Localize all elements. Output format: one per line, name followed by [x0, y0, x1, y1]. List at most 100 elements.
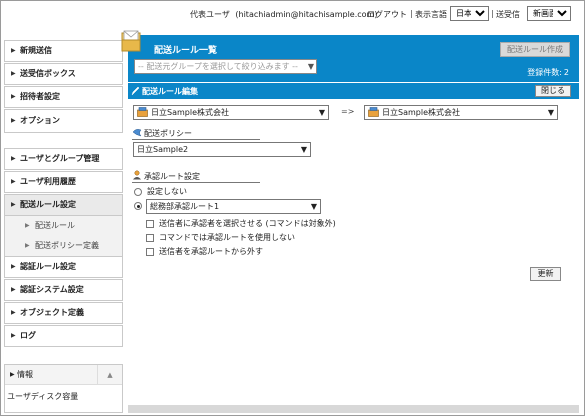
source-company-value: 日立Sample株式会社: [151, 108, 229, 117]
checkbox[interactable]: [146, 233, 154, 242]
record-count: 登録件数: 2: [525, 67, 569, 78]
update-button[interactable]: 更新: [530, 267, 561, 281]
user-info: 代表ユーザ (hitachiadmin@hitachisample.com): [190, 9, 377, 20]
checkbox-no-route-for-command[interactable]: コマンドでは承認ルートを使用しない: [146, 232, 295, 243]
radio-button[interactable]: [134, 187, 142, 196]
sidebar-item-label: 配送ルール設定: [20, 200, 76, 209]
radio-label: 設定しない: [147, 187, 187, 196]
sidebar-item-label: 新規送信: [20, 46, 52, 55]
sidebar-item-user-group[interactable]: ▶ ユーザとグループ管理: [4, 148, 123, 170]
checkbox-label: 送信者を承認ルートから外す: [159, 247, 263, 256]
sidebar-item-label: ユーザ利用履歴: [20, 177, 76, 186]
separator: |: [491, 9, 494, 18]
policy-value: 日立Sample2: [137, 145, 189, 154]
chevron-right-icon: ▶: [11, 155, 16, 162]
pencil-icon: [131, 86, 140, 96]
approval-label: 承認ルート設定: [144, 172, 200, 181]
sidebar-item-label: オプション: [20, 116, 60, 125]
send-receive-label: 送受信: [496, 10, 520, 19]
org-icon: [368, 106, 379, 117]
divider: [132, 139, 260, 140]
chevron-right-icon: ▶: [11, 93, 16, 100]
chevron-down-icon: ▼: [318, 108, 325, 117]
separator: |: [410, 9, 413, 18]
sidebar-item-auth-system[interactable]: ▶ 認証システム設定: [4, 279, 123, 301]
org-icon: [137, 106, 148, 117]
sidebar-subitem-label: 配送ポリシー定義: [35, 241, 99, 250]
chevron-down-icon: ▼: [300, 145, 307, 154]
divider: [132, 182, 260, 183]
count-value: 2: [563, 68, 569, 77]
checkbox-let-sender-choose[interactable]: 送信者に承認者を選択させる (コマンドは対象外): [146, 218, 336, 229]
checkbox[interactable]: [146, 219, 154, 228]
sidebar-item-label: オブジェクト定義: [20, 308, 84, 317]
sidebar-item-object-definition[interactable]: ▶ オブジェクト定義: [4, 302, 123, 324]
chevron-right-icon: ▶: [25, 242, 30, 249]
sidebar-item-invitee[interactable]: ▶ 招待者設定: [4, 86, 123, 108]
sidebar-item-label: ユーザとグループ管理: [20, 154, 100, 163]
chevron-right-icon: ▶: [11, 332, 16, 339]
main-panel-footer: [128, 405, 579, 413]
chevron-down-icon: ▼: [310, 202, 317, 211]
sidebar-item-label: 認証システム設定: [20, 285, 84, 294]
info-panel-header[interactable]: ▶ 情報 ▲: [5, 365, 122, 385]
checkbox-label: コマンドでは承認ルートを使用しない: [159, 233, 295, 242]
approval-route-select[interactable]: 総務部承認ルート1 ▼: [146, 199, 321, 214]
user-email: (hitachiadmin@hitachisample.com): [235, 10, 378, 19]
logout-link[interactable]: ログアウト: [367, 9, 407, 20]
chevron-down-icon: ▼: [307, 62, 314, 71]
info-panel-title: 情報: [17, 370, 33, 379]
sidebar-item-delivery-rules[interactable]: ▶ 配送ルール設定: [4, 194, 123, 216]
checkbox-exclude-sender[interactable]: 送信者を承認ルートから外す: [146, 246, 263, 257]
language-select[interactable]: 日本語: [450, 6, 489, 21]
chevron-right-icon: ▶: [11, 309, 16, 316]
direction-arrow: =>: [341, 107, 355, 116]
info-panel-body: ユーザディスク容量: [7, 392, 79, 401]
sidebar-subitem-label: 配送ルール: [35, 221, 75, 230]
sidebar-subitem-policy-definition[interactable]: ▶ 配送ポリシー定義: [4, 236, 123, 256]
send-receive-select[interactable]: 新画面: [527, 6, 571, 21]
group-filter-select[interactable]: -- 配送元グループを選択して絞り込みます -- ▼: [134, 59, 317, 74]
info-panel: ▶ 情報 ▲ ユーザディスク容量: [4, 364, 123, 413]
chevron-right-icon: ▶: [11, 47, 16, 54]
policy-icon: [132, 129, 142, 137]
chevron-right-icon: ▶: [11, 178, 16, 185]
chevron-right-icon: ▶: [11, 70, 16, 77]
dest-company-select[interactable]: 日立Sample株式会社 ▼: [364, 105, 558, 120]
chevron-right-icon: ▶: [10, 371, 15, 378]
source-company-select[interactable]: 日立Sample株式会社 ▼: [133, 105, 329, 120]
chevron-right-icon: ▶: [25, 222, 30, 229]
edit-title: 配送ルール編集: [142, 87, 198, 96]
create-rule-button[interactable]: 配送ルール作成: [500, 42, 570, 57]
chevron-right-icon: ▶: [11, 263, 16, 270]
chevron-right-icon: ▶: [11, 117, 16, 124]
sidebar: ▶ 新規送信 ▶ 送受信ボックス ▶ 招待者設定 ▶ オプション ▶ ユーザとグ…: [4, 35, 123, 413]
rule-edit-header: 配送ルール編集 閉じる: [128, 83, 579, 99]
checkbox-label: 送信者に承認者を選択させる (コマンドは対象外): [159, 219, 336, 228]
sidebar-item-label: 認証ルール設定: [20, 262, 76, 271]
approver-icon: [133, 170, 141, 180]
sidebar-item-auth-rules[interactable]: ▶ 認証ルール設定: [4, 256, 123, 278]
main-panel: 配送ルール一覧 配送ルール作成 -- 配送元グループを選択して絞り込みます --…: [121, 30, 579, 413]
sidebar-item-label: ログ: [20, 331, 36, 340]
sidebar-item-usage-history[interactable]: ▶ ユーザ利用履歴: [4, 171, 123, 193]
sidebar-item-mailbox[interactable]: ▶ 送受信ボックス: [4, 63, 123, 85]
close-button[interactable]: 閉じる: [535, 85, 571, 97]
page-title: 配送ルール一覧: [154, 46, 218, 56]
radio-button[interactable]: [134, 202, 142, 210]
chevron-right-icon: ▶: [11, 201, 16, 208]
radio-no-approval[interactable]: 設定しない: [134, 186, 187, 197]
sidebar-item-log[interactable]: ▶ ログ: [4, 325, 123, 347]
count-label: 登録件数:: [527, 68, 562, 77]
checkbox[interactable]: [146, 247, 154, 256]
filter-placeholder: -- 配送元グループを選択して絞り込みます --: [138, 62, 298, 71]
sidebar-item-new-send[interactable]: ▶ 新規送信: [4, 40, 123, 62]
envelope-folder-icon: [121, 30, 141, 52]
collapse-icon[interactable]: ▲: [97, 365, 122, 384]
policy-label: 配送ポリシー: [144, 129, 192, 138]
policy-select[interactable]: 日立Sample2 ▼: [133, 142, 311, 157]
sidebar-item-label: 送受信ボックス: [20, 69, 76, 78]
sidebar-subitem-delivery-rule[interactable]: ▶ 配送ルール: [4, 216, 123, 236]
rule-list-header: 配送ルール一覧 配送ルール作成 -- 配送元グループを選択して絞り込みます --…: [121, 30, 579, 82]
sidebar-item-options[interactable]: ▶ オプション: [4, 109, 123, 133]
